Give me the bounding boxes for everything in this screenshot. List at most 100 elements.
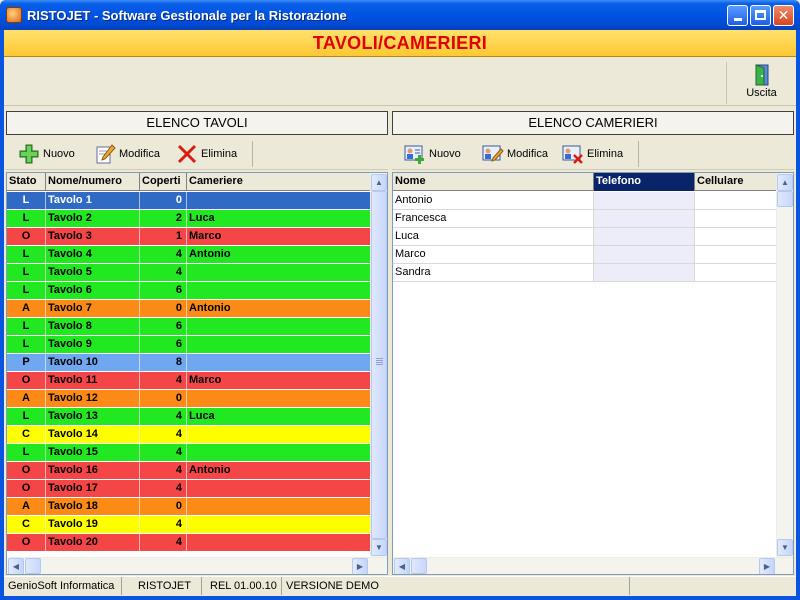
edit-waiter-button[interactable]: Modifica <box>482 141 548 167</box>
app-icon[interactable] <box>6 7 22 23</box>
cell-coperti[interactable]: 6 <box>140 282 187 299</box>
cell-telefono[interactable] <box>594 210 695 227</box>
cell-stato[interactable]: L <box>7 318 46 335</box>
cell-coperti[interactable]: 4 <box>140 264 187 281</box>
cell-cameriere[interactable]: Antonio <box>187 246 371 263</box>
cell-nome[interactable]: Tavolo 2 <box>46 210 140 227</box>
cell-cameriere[interactable]: Marco <box>187 228 371 245</box>
cell-nome[interactable]: Tavolo 13 <box>46 408 140 425</box>
cell-stato[interactable]: A <box>7 300 46 317</box>
scroll-left-button[interactable]: ◀ <box>394 558 410 574</box>
cell-stato[interactable]: L <box>7 408 46 425</box>
cell-cameriere[interactable]: Marco <box>187 372 371 389</box>
waiters-horizontal-scrollbar[interactable]: ◀ ▶ <box>393 557 793 574</box>
table-row[interactable]: L Tavolo 54 <box>7 264 371 282</box>
cell-cellulare[interactable] <box>695 210 777 227</box>
cell-stato[interactable]: A <box>7 390 46 407</box>
cell-cameriere[interactable] <box>187 192 371 209</box>
cell-cameriere[interactable] <box>187 534 371 551</box>
scroll-up-button[interactable]: ▲ <box>777 174 793 191</box>
cell-coperti[interactable]: 4 <box>140 462 187 479</box>
table-row[interactable]: L Tavolo 96 <box>7 336 371 354</box>
table-row[interactable]: L Tavolo 13 4 Luca <box>7 408 371 426</box>
cell-coperti[interactable]: 4 <box>140 480 187 497</box>
cell-coperti[interactable]: 0 <box>140 192 187 209</box>
cell-stato[interactable]: L <box>7 444 46 461</box>
cell-coperti[interactable]: 6 <box>140 336 187 353</box>
column-header-nome[interactable]: Nome <box>393 173 594 191</box>
tables-horizontal-scrollbar[interactable]: ◀ ▶ <box>7 557 387 574</box>
cell-telefono[interactable] <box>594 246 695 263</box>
cell-coperti[interactable]: 4 <box>140 516 187 533</box>
table-row[interactable]: P Tavolo 10 8 <box>7 354 371 372</box>
scroll-thumb[interactable] <box>411 558 427 574</box>
cell-nome[interactable]: Tavolo 1 <box>46 192 140 209</box>
waiter-row[interactable]: Luca <box>393 228 777 246</box>
scroll-thumb[interactable] <box>25 558 41 574</box>
scroll-thumb[interactable] <box>371 191 387 539</box>
table-row[interactable]: O Tavolo 20 4 <box>7 534 371 552</box>
cell-cellulare[interactable] <box>695 192 777 209</box>
cell-cameriere[interactable] <box>187 336 371 353</box>
cell-stato[interactable]: L <box>7 192 46 209</box>
cell-coperti[interactable]: 8 <box>140 354 187 371</box>
cell-stato[interactable]: C <box>7 426 46 443</box>
cell-nome[interactable]: Tavolo 9 <box>46 336 140 353</box>
tables-vertical-scrollbar[interactable]: ▲ ▼ <box>370 173 387 557</box>
waiters-grid[interactable]: Nome Telefono Cellulare Antonio Francesca… <box>392 172 794 575</box>
column-header-cellulare[interactable]: Cellulare <box>695 173 777 191</box>
cell-stato[interactable]: L <box>7 264 46 281</box>
cell-nome[interactable]: Tavolo 14 <box>46 426 140 443</box>
scroll-thumb[interactable] <box>777 191 793 207</box>
cell-cameriere[interactable] <box>187 516 371 533</box>
column-header-nome[interactable]: Nome/numero <box>46 173 140 191</box>
cell-cameriere[interactable]: Luca <box>187 210 371 227</box>
cell-coperti[interactable]: 0 <box>140 300 187 317</box>
cell-nome[interactable]: Tavolo 7 <box>46 300 140 317</box>
cell-telefono[interactable] <box>594 192 695 209</box>
cell-nome[interactable]: Luca <box>393 228 594 245</box>
table-row[interactable]: C Tavolo 19 4 <box>7 516 371 534</box>
cell-cameriere[interactable]: Antonio <box>187 462 371 479</box>
cell-coperti[interactable]: 0 <box>140 390 187 407</box>
delete-table-button[interactable]: Elimina <box>176 141 237 167</box>
cell-cameriere[interactable] <box>187 444 371 461</box>
cell-nome[interactable]: Marco <box>393 246 594 263</box>
cell-cameriere[interactable]: Luca <box>187 408 371 425</box>
cell-cameriere[interactable] <box>187 390 371 407</box>
table-row[interactable]: A Tavolo 18 0 <box>7 498 371 516</box>
column-header-cameriere[interactable]: Cameriere <box>187 173 371 191</box>
cell-stato[interactable]: O <box>7 480 46 497</box>
new-table-button[interactable]: Nuovo <box>18 141 75 167</box>
scroll-up-button[interactable]: ▲ <box>371 174 387 191</box>
cell-nome[interactable]: Sandra <box>393 264 594 281</box>
cell-coperti[interactable]: 4 <box>140 426 187 443</box>
cell-stato[interactable]: O <box>7 372 46 389</box>
cell-nome[interactable]: Antonio <box>393 192 594 209</box>
cell-nome[interactable]: Tavolo 18 <box>46 498 140 515</box>
cell-cameriere[interactable] <box>187 498 371 515</box>
scroll-down-button[interactable]: ▼ <box>371 539 387 556</box>
waiter-row[interactable]: Sandra <box>393 264 777 282</box>
table-row[interactable]: L Tavolo 4 4 Antonio <box>7 246 371 264</box>
column-header-coperti[interactable]: Coperti <box>140 173 187 191</box>
new-waiter-button[interactable]: Nuovo <box>404 141 461 167</box>
cell-stato[interactable]: A <box>7 498 46 515</box>
cell-cameriere[interactable] <box>187 354 371 371</box>
cell-coperti[interactable]: 4 <box>140 534 187 551</box>
table-row[interactable]: C Tavolo 14 4 <box>7 426 371 444</box>
column-header-telefono[interactable]: Telefono <box>594 173 695 191</box>
cell-stato[interactable]: O <box>7 462 46 479</box>
table-row[interactable]: A Tavolo 12 0 <box>7 390 371 408</box>
cell-stato[interactable]: C <box>7 516 46 533</box>
table-row[interactable]: O Tavolo 3 1 Marco <box>7 228 371 246</box>
cell-coperti[interactable]: 4 <box>140 372 187 389</box>
cell-nome[interactable]: Tavolo 12 <box>46 390 140 407</box>
table-row[interactable]: O Tavolo 11 4 Marco <box>7 372 371 390</box>
tables-grid[interactable]: Stato Nome/numero Coperti Cameriere L Tav… <box>6 172 388 575</box>
cell-cellulare[interactable] <box>695 246 777 263</box>
cell-coperti[interactable]: 4 <box>140 246 187 263</box>
cell-telefono[interactable] <box>594 264 695 281</box>
table-row[interactable]: O Tavolo 16 4 Antonio <box>7 462 371 480</box>
edit-table-button[interactable]: Modifica <box>94 141 160 167</box>
